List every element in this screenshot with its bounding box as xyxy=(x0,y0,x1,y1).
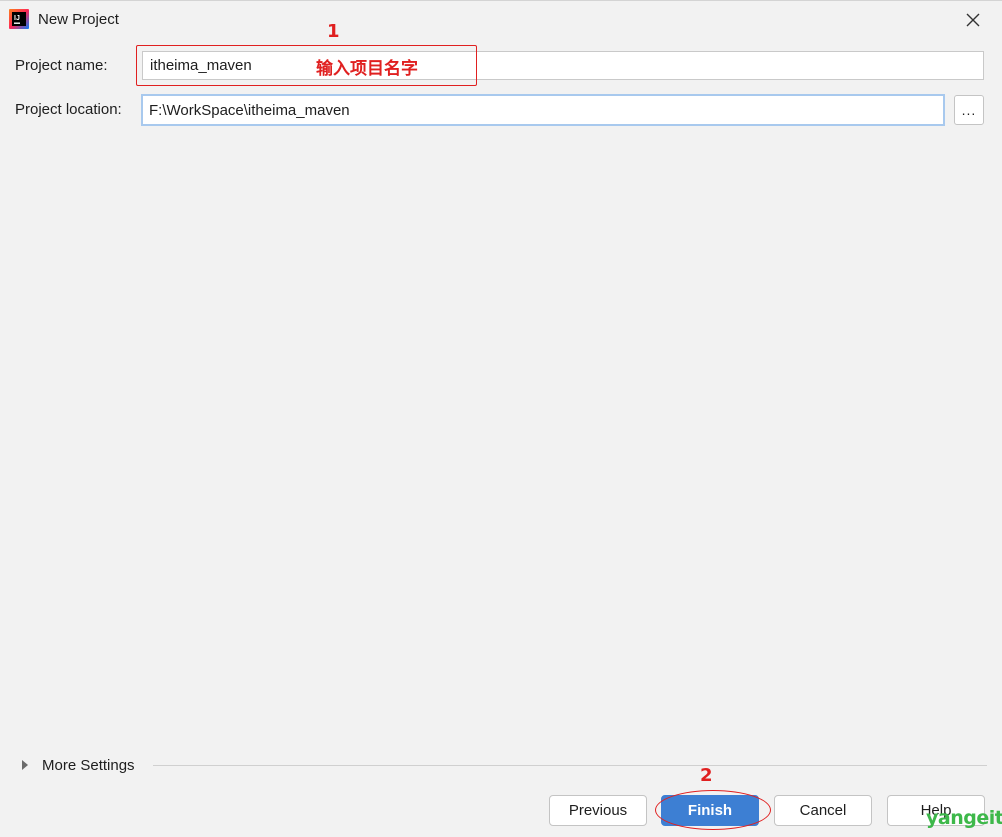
project-name-label: Project name: xyxy=(15,57,108,74)
intellij-idea-icon: IJ xyxy=(9,9,29,29)
annotation-step-1-text: 输入项目名字 xyxy=(316,59,418,79)
previous-button[interactable]: Previous xyxy=(549,795,647,826)
project-location-label: Project location: xyxy=(15,101,122,118)
more-settings-divider xyxy=(153,765,987,766)
watermark: yangeit xyxy=(926,807,1002,829)
project-location-value: F:\WorkSpace\itheima_maven xyxy=(149,101,350,119)
close-button[interactable] xyxy=(960,9,986,31)
more-settings-toggle[interactable]: More Settings xyxy=(20,754,135,776)
annotation-step-2-ellipse xyxy=(655,790,771,830)
new-project-dialog: IJ New Project Project name: itheima_mav… xyxy=(0,0,1002,837)
expand-triangle-icon xyxy=(22,760,28,770)
annotation-step-1-number: 1 xyxy=(327,21,340,42)
project-location-input[interactable]: F:\WorkSpace\itheima_maven xyxy=(141,94,945,126)
dialog-title: New Project xyxy=(38,11,119,28)
cancel-button[interactable]: Cancel xyxy=(774,795,872,826)
svg-text:IJ: IJ xyxy=(14,15,20,22)
annotation-step-1-box xyxy=(136,45,477,86)
browse-button[interactable]: ... xyxy=(954,95,984,125)
close-icon xyxy=(966,13,980,27)
more-settings-label: More Settings xyxy=(42,756,135,774)
annotation-step-2-number: 2 xyxy=(700,765,713,786)
title-bar: IJ New Project xyxy=(0,1,1002,39)
